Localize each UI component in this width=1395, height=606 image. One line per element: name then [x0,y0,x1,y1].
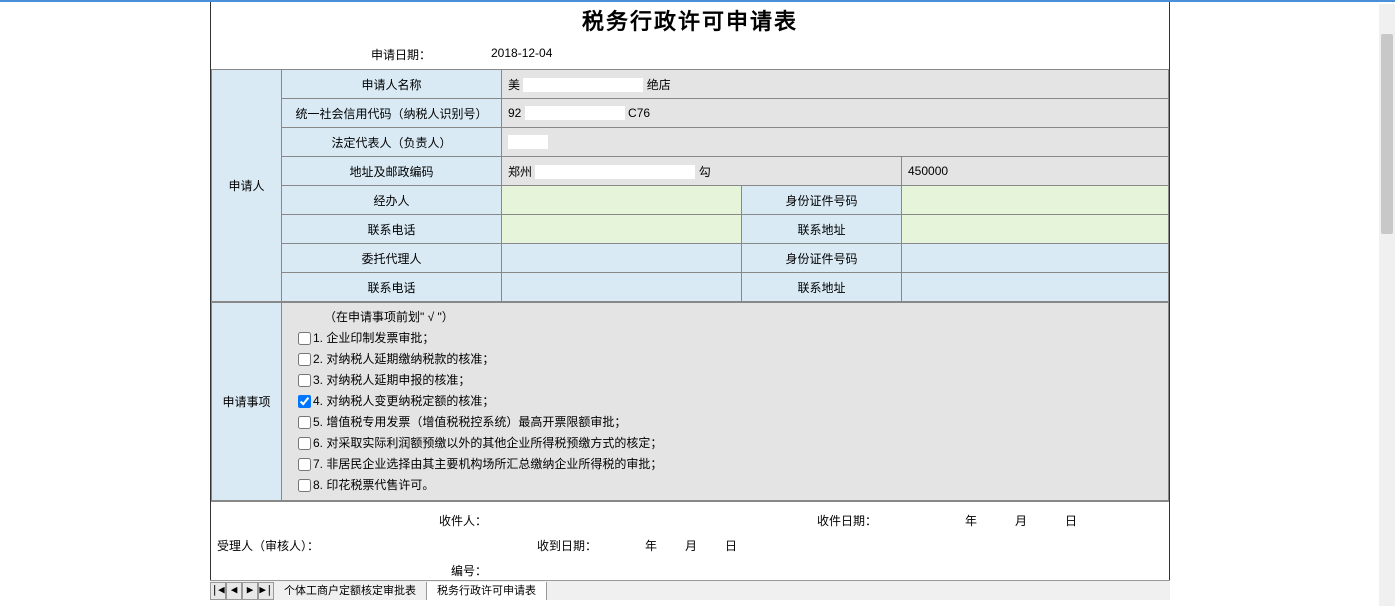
sheet-tab-2[interactable]: 税务行政许可申请表 [427,582,547,600]
nav-first-button[interactable]: |◀ [210,582,226,600]
address-suffix: 勾 [699,165,711,179]
footer-block: 收件人： 收件日期： 年 月 日 受理人（审核人）： 收到日期： 年 月 日 编… [211,501,1169,589]
matter-checkbox[interactable] [298,395,311,408]
application-date-value: 2018-12-04 [491,46,552,63]
legal-rep-value [502,128,1169,157]
matter-checkbox[interactable] [298,332,311,345]
form-title: 税务行政许可申请表 [211,2,1169,42]
matters-list: 1. 企业印制发票审批； 2. 对纳税人延期缴纳税款的核准； 3. 对纳税人延期申报… [294,328,1158,496]
credit-code-value: 92 C76 [502,99,1169,128]
year-label: 年 [917,512,977,529]
applicant-section-label: 申请人 [212,70,282,302]
matter-item: 4. 对纳税人变更纳税定额的核准； [294,391,1158,412]
matter-text: 3. 对纳税人延期申报的核准； [313,373,470,387]
matters-table: 申请事项 （在申请事项前划" √ "） 1. 企业印制发票审批； 2. 对纳税人延… [211,302,1169,501]
viewport: 税务行政许可申请表 申请日期： 2018-12-04 申请人 申请人名称 美 绝… [0,2,1395,606]
matters-note: （在申请事项前划" √ "） [294,307,1158,328]
agent-phone-label: 联系电话 [282,273,502,302]
year-label-2: 年 [617,537,657,554]
applicant-name-suffix: 绝店 [647,78,671,92]
vertical-scrollbar[interactable] [1379,4,1395,598]
agent-id-label: 身份证件号码 [742,244,902,273]
credit-code-label: 统一社会信用代码（纳税人识别号） [282,99,502,128]
day-label: 日 [1027,512,1077,529]
nav-next-button[interactable]: ▶ [242,582,258,600]
received-to-label: 收到日期： [537,537,617,554]
address-value: 郑州 勾 [502,157,902,186]
receive-date-label: 收件日期： [817,512,917,529]
matter-text: 2. 对纳税人延期缴纳税款的核准； [313,352,494,366]
handler-id-label: 身份证件号码 [742,186,902,215]
matter-item: 6. 对采取实际利润额预缴以外的其他企业所得税预缴方式的核定； [294,433,1158,454]
sheet-tabs-bar: |◀ ◀ ▶ ▶| 个体工商户定额核定审批表 税务行政许可申请表 [210,580,1170,600]
redacted-block [535,165,695,179]
address-label: 地址及邮政编码 [282,157,502,186]
redacted-block [525,106,625,120]
legal-rep-label: 法定代表人（负责人） [282,128,502,157]
matter-item: 8. 印花税票代售许可。 [294,475,1158,496]
handler-addr-value[interactable] [902,215,1169,244]
applicant-name-label: 申请人名称 [282,70,502,99]
matter-checkbox[interactable] [298,437,311,450]
redacted-block [508,135,548,149]
applicant-table: 申请人 申请人名称 美 绝店 统一社会信用代码（纳税人识别号） 92 C76 [211,69,1169,302]
scroll-corner [1379,598,1395,606]
agent-addr-value[interactable] [902,273,1169,302]
agent-label: 委托代理人 [282,244,502,273]
acceptor-label: 受理人（审核人）： [217,537,337,554]
agent-id-value[interactable] [902,244,1169,273]
matter-text: 8. 印花税票代售许可。 [313,478,434,492]
credit-code-suffix: C76 [628,106,650,120]
application-date-row: 申请日期： 2018-12-04 [211,42,1169,69]
handler-label: 经办人 [282,186,502,215]
applicant-name-value: 美 绝店 [502,70,1169,99]
matter-item: 5. 增值税专用发票（增值税税控系统）最高开票限额审批； [294,412,1158,433]
matter-text: 5. 增值税专用发票（增值税税控系统）最高开票限额审批； [313,415,626,429]
form-document: 税务行政许可申请表 申请日期： 2018-12-04 申请人 申请人名称 美 绝… [210,2,1170,589]
agent-phone-value[interactable] [502,273,742,302]
application-date-label: 申请日期： [211,46,491,63]
matter-checkbox[interactable] [298,458,311,471]
matter-item: 3. 对纳税人延期申报的核准； [294,370,1158,391]
nav-prev-button[interactable]: ◀ [226,582,242,600]
handler-id-value[interactable] [902,186,1169,215]
month-label-2: 月 [657,537,697,554]
handler-phone-value[interactable] [502,215,742,244]
applicant-name-prefix: 美 [508,78,520,92]
matters-section-label: 申请事项 [212,303,282,501]
redacted-block [523,78,643,92]
sheet-tab-1[interactable]: 个体工商户定额核定审批表 [274,582,427,600]
day-label-2: 日 [697,537,737,554]
agent-value[interactable] [502,244,742,273]
matters-body: （在申请事项前划" √ "） 1. 企业印制发票审批； 2. 对纳税人延期缴纳税款… [282,303,1169,501]
agent-addr-label: 联系地址 [742,273,902,302]
month-label: 月 [977,512,1027,529]
matter-text: 1. 企业印制发票审批； [313,331,434,345]
address-prefix: 郑州 [508,165,532,179]
matter-checkbox[interactable] [298,374,311,387]
matter-checkbox[interactable] [298,416,311,429]
handler-value[interactable] [502,186,742,215]
matter-checkbox[interactable] [298,479,311,492]
scroll-thumb[interactable] [1381,34,1393,234]
matter-checkbox[interactable] [298,353,311,366]
matter-text: 4. 对纳税人变更纳税定额的核准； [313,394,494,408]
matter-item: 7. 非居民企业选择由其主要机构场所汇总缴纳企业所得税的审批； [294,454,1158,475]
handler-phone-label: 联系电话 [282,215,502,244]
postcode-value: 450000 [902,157,1169,186]
nav-last-button[interactable]: ▶| [258,582,274,600]
matter-item: 1. 企业印制发票审批； [294,328,1158,349]
serial-label: 编号： [217,562,487,579]
matter-text: 6. 对采取实际利润额预缴以外的其他企业所得税预缴方式的核定； [313,436,662,450]
receiver-label: 收件人： [217,512,487,529]
credit-code-prefix: 92 [508,106,521,120]
handler-addr-label: 联系地址 [742,215,902,244]
matter-text: 7. 非居民企业选择由其主要机构场所汇总缴纳企业所得税的审批； [313,457,662,471]
matter-item: 2. 对纳税人延期缴纳税款的核准； [294,349,1158,370]
